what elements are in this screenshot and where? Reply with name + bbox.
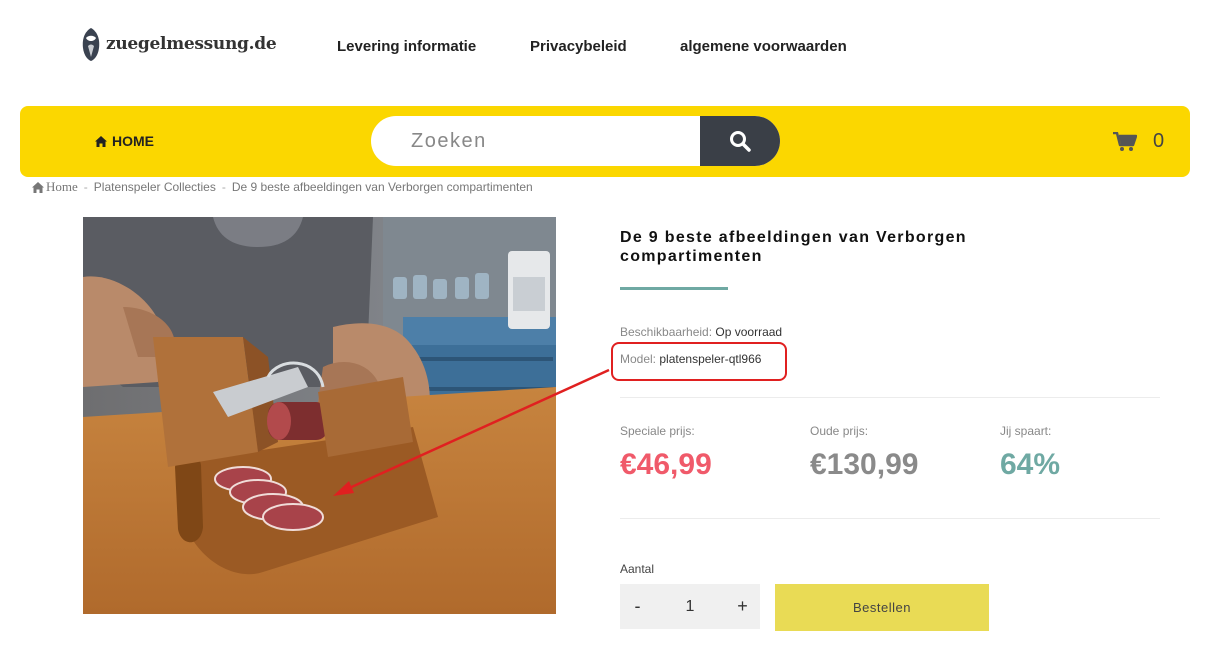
breadcrumb: Home - Platenspeler Collecties - De 9 be… [32, 179, 533, 195]
savings-value: 64% [1000, 448, 1061, 481]
breadcrumb-separator: - [221, 180, 226, 194]
special-price-label: Speciale prijs: [620, 424, 695, 438]
cart-count: 0 [1153, 130, 1165, 152]
title-divider [620, 287, 728, 290]
nav-delivery-info[interactable]: Levering informatie [337, 38, 476, 55]
nav-terms[interactable]: algemene voorwaarden [680, 38, 847, 55]
breadcrumb-current[interactable]: De 9 beste afbeeldingen van Verborgen co… [232, 180, 533, 194]
shopping-cart-icon [1113, 131, 1137, 151]
breadcrumb-separator: - [83, 180, 88, 194]
product-image[interactable] [83, 217, 556, 614]
site-logo[interactable]: zuegelmessung.de [80, 26, 277, 62]
old-price: €130,99 [810, 448, 919, 481]
search-icon [730, 131, 751, 152]
search-input[interactable] [371, 116, 701, 166]
special-price: €46,99 [620, 448, 712, 481]
divider [620, 397, 1160, 398]
product-photo-salami-slicer [83, 217, 556, 614]
model-highlight-annotation [611, 342, 787, 381]
availability-label: Beschikbaarheid: [620, 325, 713, 339]
home-icon [95, 135, 107, 147]
nav-privacy[interactable]: Privacybeleid [530, 38, 627, 55]
home-label: HOME [112, 133, 154, 149]
order-button[interactable]: Bestellen [775, 584, 989, 631]
quantity-increase-button[interactable]: + [725, 584, 760, 629]
home-link[interactable]: HOME [95, 133, 154, 149]
breadcrumb-home-label: Home [46, 179, 78, 194]
product-title: De 9 beste afbeeldingen van Verborgen co… [620, 229, 967, 265]
breadcrumb-category[interactable]: Platenspeler Collecties [94, 180, 216, 194]
logo-text: zuegelmessung.de [106, 34, 277, 54]
breadcrumb-home[interactable]: Home [32, 179, 78, 195]
home-icon [32, 181, 44, 193]
old-price-label: Oude prijs: [810, 424, 869, 438]
quantity-input[interactable] [655, 584, 725, 629]
savings-label: Jij spaart: [1000, 424, 1052, 438]
search-button[interactable] [700, 116, 780, 166]
owl-logo-icon [82, 28, 100, 61]
divider [620, 518, 1160, 519]
search-bar [371, 116, 780, 166]
quantity-label: Aantal [620, 562, 655, 576]
cart[interactable]: 0 [1113, 130, 1164, 153]
availability: Beschikbaarheid: Op voorraad [620, 325, 782, 339]
availability-value: Op voorraad [715, 325, 783, 339]
quantity-decrease-button[interactable]: - [620, 584, 655, 629]
